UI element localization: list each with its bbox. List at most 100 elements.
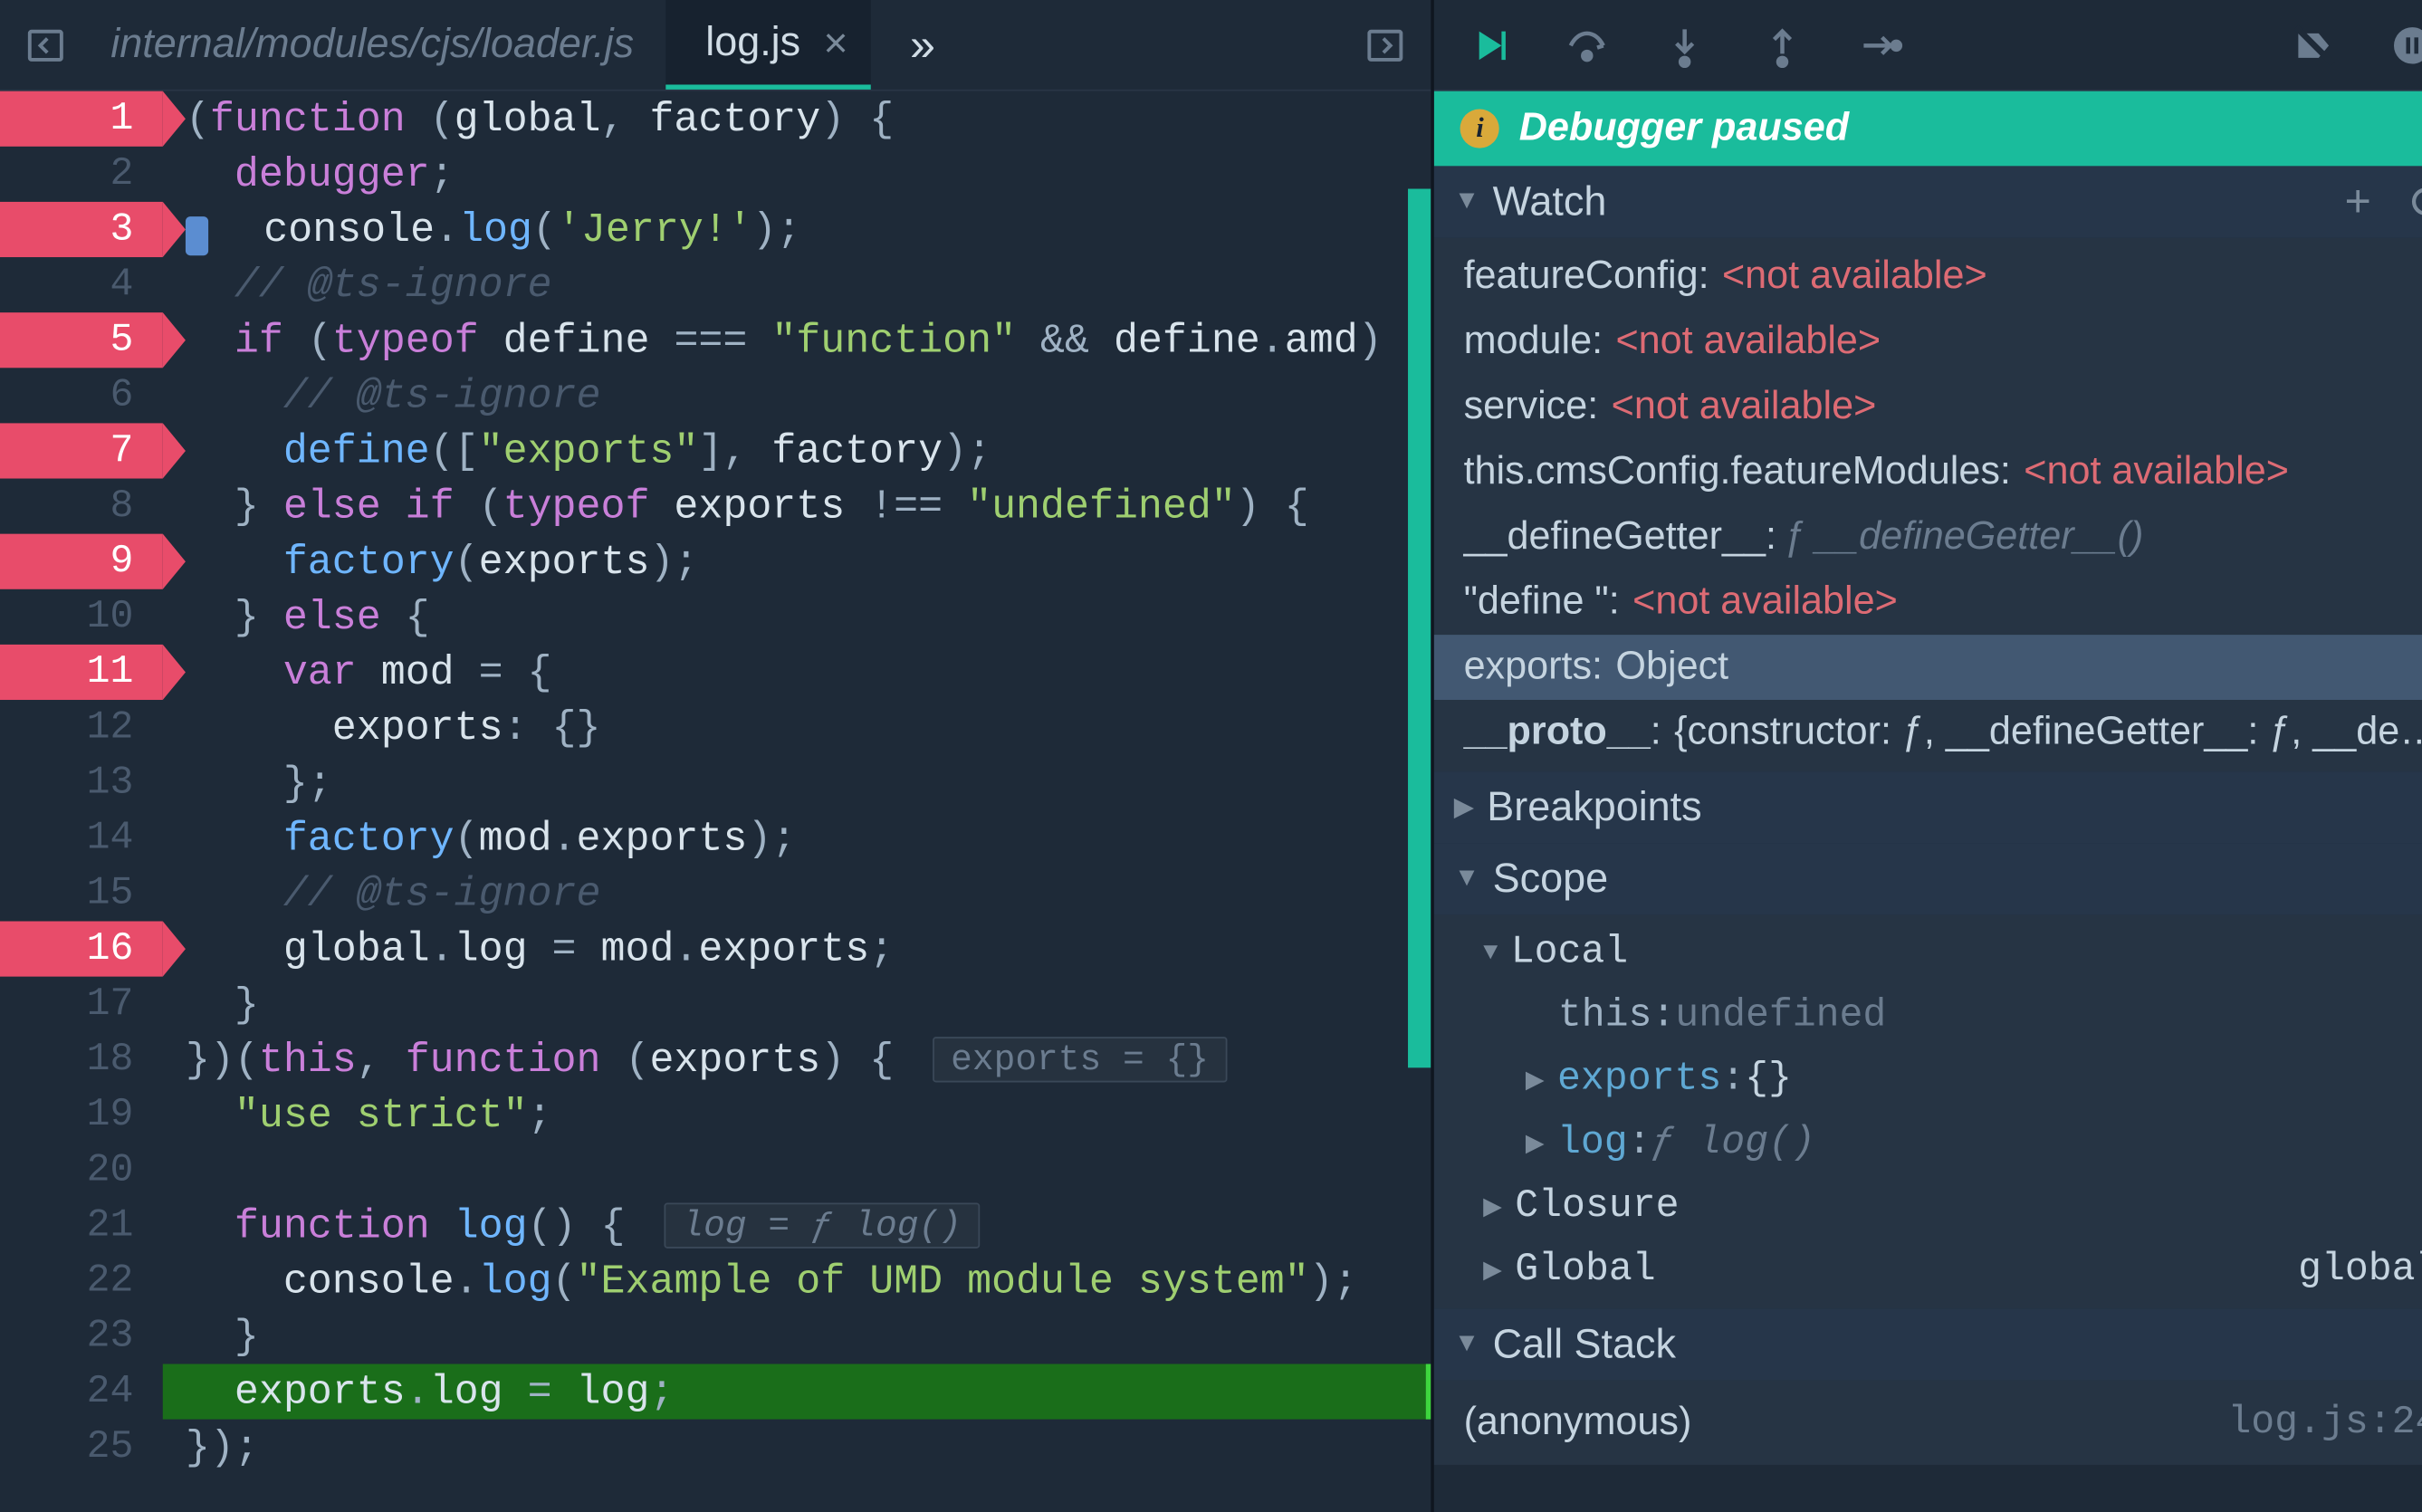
line-number[interactable]: 25 [0,1420,163,1475]
nav-next-icon[interactable] [1353,0,1418,90]
code-line[interactable]: debugger; [163,147,1431,202]
deactivate-breakpoints-icon[interactable] [2269,0,2360,90]
chevron-right-icon: ▶ [1483,1191,1502,1222]
chevron-down-icon: ▼ [1454,187,1479,216]
watch-item[interactable]: module: <not available> [1434,310,2422,375]
code-line[interactable]: }; [163,755,1431,810]
line-number[interactable]: 19 [0,1087,163,1143]
chevron-down-icon: ▼ [1454,1330,1479,1359]
watch-title: Watch [1493,178,1607,225]
add-watch-icon[interactable]: + [2344,175,2370,228]
watch-header[interactable]: ▼ Watch + ⟳ [1434,166,2422,237]
watch-item[interactable]: __proto__: {constructor: ƒ, __defineGett… [1434,700,2422,765]
chevron-right-icon: ▶ [1454,791,1474,824]
editor-pane: internal/modules/cjs/loader.js log.js × … [0,0,1434,1512]
scope-body: ▼ Local this: undefined▶exports: {}▶log:… [1434,914,2422,1308]
scope-global-header[interactable]: ▶ Global global [1434,1239,2422,1302]
close-icon[interactable]: × [823,21,847,63]
tab-active-label: log.js [705,19,800,66]
code-line[interactable]: factory(exports); [163,534,1431,589]
code-line[interactable]: // @ts-ignore [163,866,1431,921]
code-line[interactable]: // @ts-ignore [163,368,1431,423]
code-line[interactable]: exports: {} [163,700,1431,755]
code-line[interactable]: } else if (typeof exports !== "undefined… [163,479,1431,534]
code-line[interactable]: function log() {log = ƒ log() [163,1198,1431,1253]
watch-item[interactable]: "define ": <not available> [1434,569,2422,635]
inline-value-hint: log = ƒ log() [665,1203,980,1249]
watch-item[interactable]: service: <not available> [1434,374,2422,439]
pause-exceptions-icon[interactable] [2367,0,2422,90]
code-line[interactable]: }); [163,1420,1431,1475]
step-into-icon[interactable] [1640,0,1731,90]
tab-active[interactable]: log.js × [666,0,871,90]
line-number[interactable]: 13 [0,755,163,810]
line-number[interactable]: 9 [0,534,163,589]
code-line[interactable]: factory(mod.exports); [163,810,1431,866]
tab-inactive[interactable]: internal/modules/cjs/loader.js [78,0,666,90]
scope-title: Scope [1493,856,1608,903]
code-line[interactable]: "use strict"; [163,1087,1431,1143]
breakpoints-header[interactable]: ▶ Breakpoints [1434,771,2422,843]
code-line[interactable]: } [163,977,1431,1032]
scope-variable[interactable]: this: undefined [1434,985,2422,1048]
scope-closure-header[interactable]: ▶ Closure [1434,1175,2422,1239]
code-line[interactable]: (function (global, factory) { [163,91,1431,147]
code-line[interactable] [163,1143,1431,1198]
callstack-frame[interactable]: (anonymous)log.js:24 [1434,1387,2422,1459]
line-number[interactable]: 11 [0,645,163,700]
line-number[interactable]: 15 [0,866,163,921]
code-line[interactable]: define(["exports"], factory); [163,423,1431,478]
scope-header[interactable]: ▼ Scope [1434,843,2422,914]
line-number[interactable]: 10 [0,589,163,645]
line-number[interactable]: 2 [0,147,163,202]
code-line[interactable]: // @ts-ignore [163,257,1431,312]
scope-variable[interactable]: ▶exports: {} [1434,1048,2422,1112]
step-over-icon[interactable] [1542,0,1633,90]
inline-value-hint: exports = {} [933,1037,1226,1082]
code-line[interactable]: console.log('Jerry!'); [163,202,1431,257]
code-line[interactable]: var mod = { [163,645,1431,700]
resume-icon[interactable] [1444,0,1536,90]
line-number[interactable]: 5 [0,312,163,368]
line-number[interactable]: 1 [0,91,163,147]
watch-item[interactable]: __defineGetter__: ƒ __defineGetter__() [1434,504,2422,569]
tabs-overflow-icon[interactable]: » [871,0,974,90]
code-area[interactable]: (function (global, factory) { debugger; … [163,91,1431,1512]
line-number[interactable]: 22 [0,1253,163,1308]
watch-item[interactable]: featureConfig: <not available> [1434,244,2422,310]
line-number[interactable]: 21 [0,1198,163,1253]
line-number[interactable]: 7 [0,423,163,478]
code-line[interactable]: exports.log = log; [163,1364,1431,1419]
nav-prev-icon[interactable] [13,0,78,90]
line-number[interactable]: 17 [0,977,163,1032]
line-number[interactable]: 6 [0,368,163,423]
step-out-icon[interactable] [1738,0,1829,90]
callstack-header[interactable]: ▼ Call Stack [1434,1308,2422,1380]
line-number[interactable]: 8 [0,479,163,534]
watch-item[interactable]: exports: Object [1434,635,2422,700]
scope-local-header[interactable]: ▼ Local [1434,922,2422,985]
code-line[interactable]: } [163,1308,1431,1364]
editor-body[interactable]: 1234567891011121314151617181920212223242… [0,91,1431,1512]
gutter[interactable]: 1234567891011121314151617181920212223242… [0,91,163,1512]
line-number[interactable]: 3 [0,202,163,257]
code-line[interactable]: } else { [163,589,1431,645]
line-number[interactable]: 16 [0,922,163,977]
line-number[interactable]: 4 [0,257,163,312]
line-number[interactable]: 20 [0,1143,163,1198]
watch-item[interactable]: this.cmsConfig.featureModules: <not avai… [1434,439,2422,504]
line-number[interactable]: 23 [0,1308,163,1364]
step-icon[interactable] [1834,0,1926,90]
code-line[interactable]: global.log = mod.exports; [163,922,1431,977]
breakpoint-marker[interactable] [186,216,208,255]
line-number[interactable]: 12 [0,700,163,755]
line-number[interactable]: 18 [0,1032,163,1087]
code-line[interactable]: console.log("Example of UMD module syste… [163,1253,1431,1308]
scrollbar-indicator[interactable] [1408,189,1431,1068]
line-number[interactable]: 24 [0,1364,163,1419]
refresh-watch-icon[interactable]: ⟳ [2410,175,2422,228]
code-line[interactable]: if (typeof define === "function" && defi… [163,312,1431,368]
line-number[interactable]: 14 [0,810,163,866]
scope-variable[interactable]: ▶log: ƒ log() [1434,1112,2422,1175]
code-line[interactable]: })(this, function (exports) {exports = {… [163,1032,1431,1087]
